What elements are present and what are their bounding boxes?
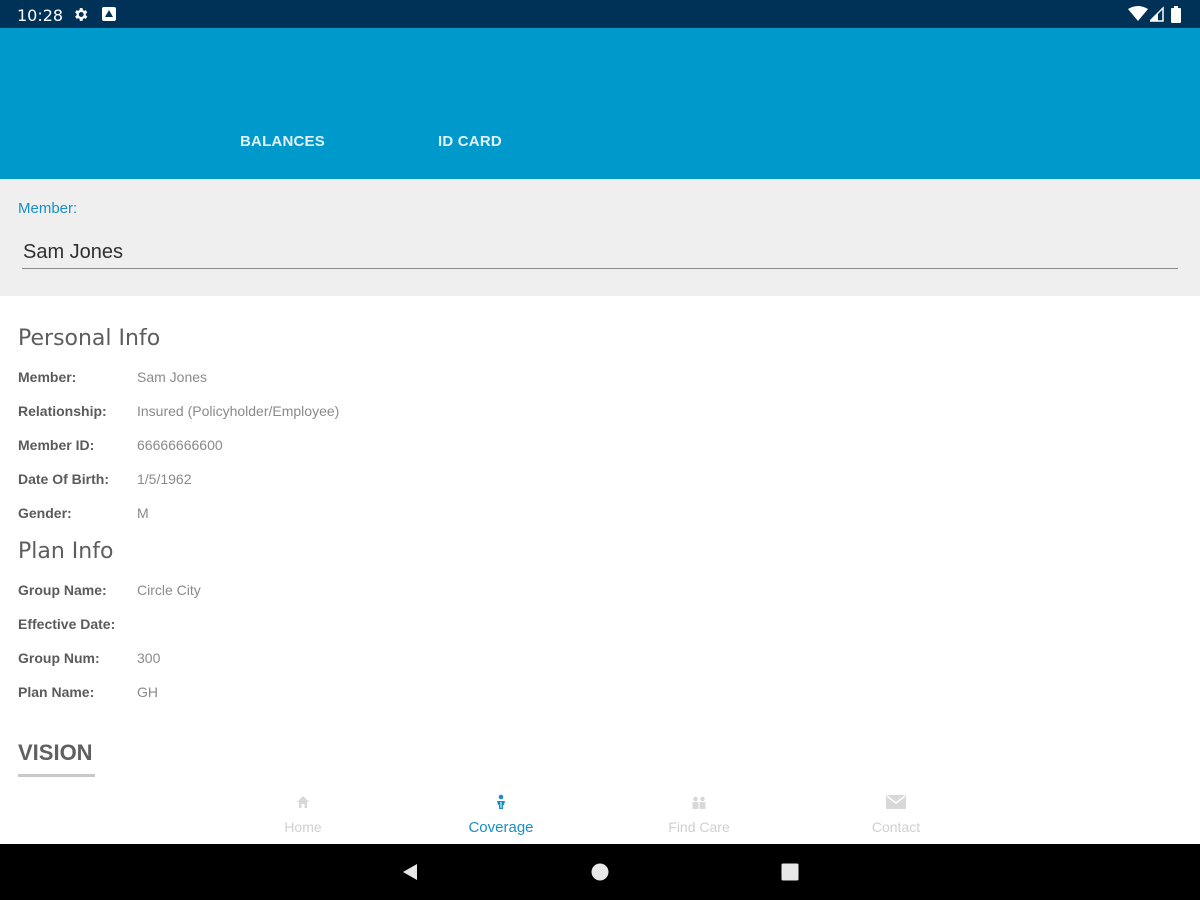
home-icon: [233, 794, 373, 810]
member-selector-panel: Member: Sam Jones: [0, 179, 1200, 296]
coverage-content: Personal Info Member: Sam Jones Relation…: [0, 296, 1200, 786]
tab-id-card[interactable]: ID CARD: [438, 133, 502, 150]
nav-label: Home: [284, 819, 322, 835]
date-of-birth-value: 1/5/1962: [137, 471, 192, 487]
info-label: Group Num:: [18, 650, 100, 666]
nav-label: Coverage: [468, 819, 534, 836]
vision-section-title[interactable]: VISION: [18, 740, 93, 766]
info-label: Date Of Birth:: [18, 471, 109, 487]
nav-find-care[interactable]: Find Care: [629, 786, 769, 844]
member-dropdown[interactable]: Sam Jones: [22, 239, 1178, 269]
member-id-value: 66666666600: [137, 437, 223, 453]
info-label: Member:: [18, 369, 77, 385]
mail-icon: [826, 794, 966, 810]
bottom-nav: Home Coverage Find Care Contact: [0, 786, 1200, 844]
settings-icon: [72, 6, 89, 28]
recent-apps-icon[interactable]: [781, 863, 799, 886]
info-label: Effective Date:: [18, 616, 116, 632]
group-num-value: 300: [137, 650, 161, 666]
member-dropdown-value: Sam Jones: [23, 241, 124, 263]
nav-home[interactable]: Home: [233, 786, 373, 844]
battery-icon: [1171, 6, 1181, 28]
plan-info-title: Plan Info: [18, 539, 114, 564]
plan-name-value: GH: [137, 684, 158, 700]
relationship-value: Insured (Policyholder/Employee): [137, 403, 340, 419]
status-bar: 10:28: [0, 0, 1200, 28]
system-nav-bar: [0, 844, 1200, 900]
info-label: Relationship:: [18, 403, 107, 419]
nav-label: Find Care: [668, 819, 730, 835]
tab-balances[interactable]: BALANCES: [240, 133, 325, 150]
member-selector-label: Member:: [18, 200, 78, 217]
app-bar: BALANCES ID CARD: [0, 28, 1200, 179]
group-name-value: Circle City: [137, 582, 201, 598]
info-label: Group Name:: [18, 582, 107, 598]
status-time: 10:28: [17, 6, 64, 25]
nav-coverage[interactable]: Coverage: [431, 786, 571, 844]
personal-info-title: Personal Info: [18, 326, 161, 351]
gender-value: M: [137, 505, 149, 521]
people-icon: [629, 794, 769, 810]
signal-icon: [1148, 6, 1164, 27]
nav-contact[interactable]: Contact: [826, 786, 966, 844]
vision-underline: [18, 774, 95, 777]
notification-icon: [101, 6, 117, 27]
wifi-icon: [1128, 6, 1148, 27]
info-label: Plan Name:: [18, 684, 95, 700]
nav-label: Contact: [871, 819, 921, 835]
home-button-icon[interactable]: [591, 863, 609, 886]
info-label: Member ID:: [18, 437, 95, 453]
member-name-value: Sam Jones: [137, 369, 208, 385]
person-icon: [431, 794, 571, 810]
info-label: Gender:: [18, 505, 72, 521]
back-icon[interactable]: [401, 863, 419, 886]
